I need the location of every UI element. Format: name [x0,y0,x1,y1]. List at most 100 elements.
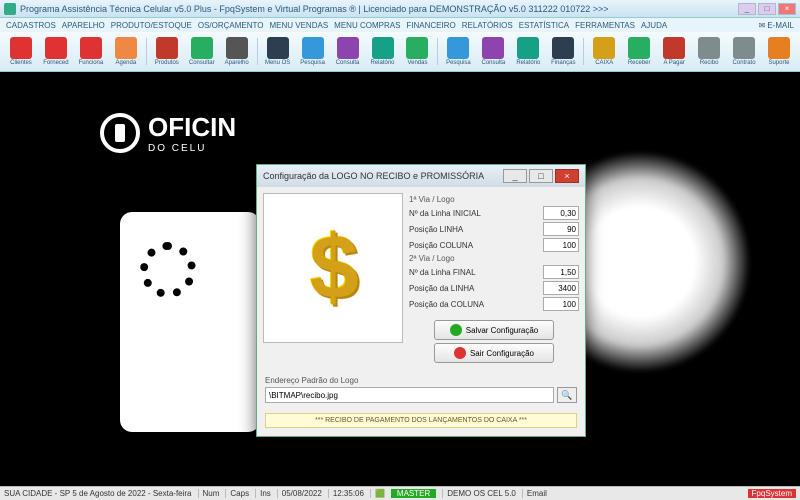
dialog-minimize-button[interactable]: _ [503,169,527,183]
forneced-icon [45,37,67,59]
finanças-icon [552,37,574,59]
dialog-footer: *** RECIBO DE PAGAMENTO DOS LANÇAMENTOS … [265,413,577,428]
toolbar-funciona[interactable]: Funciona [74,34,108,69]
toolbar-relatório[interactable]: Relatório [366,34,400,69]
toolbar-suporte[interactable]: Suporte [762,34,796,69]
status-date: 05/08/2022 [277,489,322,498]
logo-config-dialog: Configuração da LOGO NO RECIBO e PROMISS… [256,164,586,437]
toolbar-aparelho[interactable]: Aparelho [220,34,254,69]
status-fpq[interactable]: FpqSystem [748,489,796,498]
menu-produto[interactable]: PRODUTO/ESTOQUE [111,21,192,30]
dialog-close-button[interactable]: × [555,169,579,183]
app-title: Programa Assistência Técnica Celular v5.… [20,4,609,14]
toolbar-consulta[interactable]: Consulta [476,34,510,69]
close-button[interactable]: × [778,3,796,15]
via2-posicao-linha-input[interactable] [543,281,579,295]
status-city: SUA CIDADE - SP 5 de Agosto de 2022 - Se… [4,489,192,498]
toolbar-agenda[interactable]: Agenda [109,34,143,69]
status-email[interactable]: Email [522,489,547,498]
produtos-icon [156,37,178,59]
suporte-icon [768,37,790,59]
status-num: Num [198,489,220,498]
via2-posicao-coluna-input[interactable] [543,297,579,311]
dialog-maximize-button[interactable]: □ [529,169,553,183]
workspace: OFICIN DO CELU Configuração da LOGO NO R… [0,72,800,486]
funciona-icon [80,37,102,59]
toolbar-consulta[interactable]: Consulta [331,34,365,69]
check-icon [450,324,462,336]
statusbar: SUA CIDADE - SP 5 de Agosto de 2022 - Se… [0,486,800,500]
save-config-button[interactable]: Salvar Configuração [434,320,554,340]
via2-header: 2ª Via / Logo [409,254,579,263]
receber-icon [628,37,650,59]
background-phone [120,212,260,432]
clientes-icon [10,37,32,59]
menu-os[interactable]: OS/ORÇAMENTO [198,21,264,30]
contrato-icon [733,37,755,59]
menu-vendas[interactable]: MENU VENDAS [269,21,328,30]
relatório-icon [517,37,539,59]
menu-ferramentas[interactable]: FERRAMENTAS [575,21,635,30]
via1-posicao-coluna-input[interactable] [543,238,579,252]
maximize-button[interactable]: □ [758,3,776,15]
menu-relatorios[interactable]: RELATÓRIOS [462,21,513,30]
status-ins: Ins [255,489,271,498]
toolbar-caixa[interactable]: CAIXA [587,34,621,69]
agenda-icon [115,37,137,59]
gear-icon [100,113,140,153]
browse-button[interactable]: 🔍 [557,387,577,403]
toolbar-a pagar[interactable]: A Pagar [657,34,691,69]
pesquisa-icon [447,37,469,59]
via1-posicao-linha-input[interactable] [543,222,579,236]
app-titlebar: Programa Assistência Técnica Celular v5.… [0,0,800,18]
toolbar-pesquisa[interactable]: Pesquisa [441,34,475,69]
toolbar: ClientesFornecedFuncionaAgendaProdutosCo… [0,32,800,72]
menu-ajuda[interactable]: AJUDA [641,21,667,30]
menu-email[interactable]: ✉ E-MAIL [759,21,794,30]
toolbar-receber[interactable]: Receber [622,34,656,69]
a pagar-icon [663,37,685,59]
dollar-icon: $ [310,214,359,323]
consulta-icon [337,37,359,59]
menu-compras[interactable]: MENU COMPRAS [334,21,400,30]
consultar-icon [191,37,213,59]
dialog-titlebar[interactable]: Configuração da LOGO NO RECIBO e PROMISS… [257,165,585,187]
status-flag: 🟩 [370,489,385,498]
consulta-icon [482,37,504,59]
exit-config-button[interactable]: Sair Configuração [434,343,554,363]
via2-linha-final-input[interactable] [543,265,579,279]
via1-linha-inicial-input[interactable] [543,206,579,220]
toolbar-consultar[interactable]: Consultar [185,34,219,69]
recibo-icon [698,37,720,59]
status-time: 12:35:06 [328,489,364,498]
dialog-title: Configuração da LOGO NO RECIBO e PROMISS… [263,171,484,181]
background-logo: OFICIN DO CELU [100,112,236,154]
menu-estatistica[interactable]: ESTATÍSTICA [519,21,569,30]
vendas-icon [406,37,428,59]
relatório-icon [372,37,394,59]
menu-financeiro[interactable]: FINANCEIRO [406,21,455,30]
menubar: CADASTROS APARELHO PRODUTO/ESTOQUE OS/OR… [0,18,800,32]
status-caps: Caps [225,489,249,498]
toolbar-relatório[interactable]: Relatório [511,34,545,69]
window-controls: _ □ × [738,3,796,15]
menu-aparelho[interactable]: APARELHO [62,21,105,30]
exit-icon [454,347,466,359]
toolbar-contrato[interactable]: Contrato [727,34,761,69]
toolbar-pesquisa[interactable]: Pesquisa [296,34,330,69]
via1-header: 1ª Via / Logo [409,195,579,204]
status-master: MASTER [391,489,436,498]
app-icon [4,3,16,15]
toolbar-recibo[interactable]: Recibo [692,34,726,69]
toolbar-forneced[interactable]: Forneced [39,34,73,69]
minimize-button[interactable]: _ [738,3,756,15]
caixa-icon [593,37,615,59]
toolbar-clientes[interactable]: Clientes [4,34,38,69]
menu-cadastros[interactable]: CADASTROS [6,21,56,30]
toolbar-menu os[interactable]: Menu OS [261,34,295,69]
logo-preview: $ [263,193,403,343]
toolbar-finanças[interactable]: Finanças [546,34,580,69]
toolbar-vendas[interactable]: Vendas [400,34,434,69]
toolbar-produtos[interactable]: Produtos [150,34,184,69]
logo-path-input[interactable] [265,387,554,403]
